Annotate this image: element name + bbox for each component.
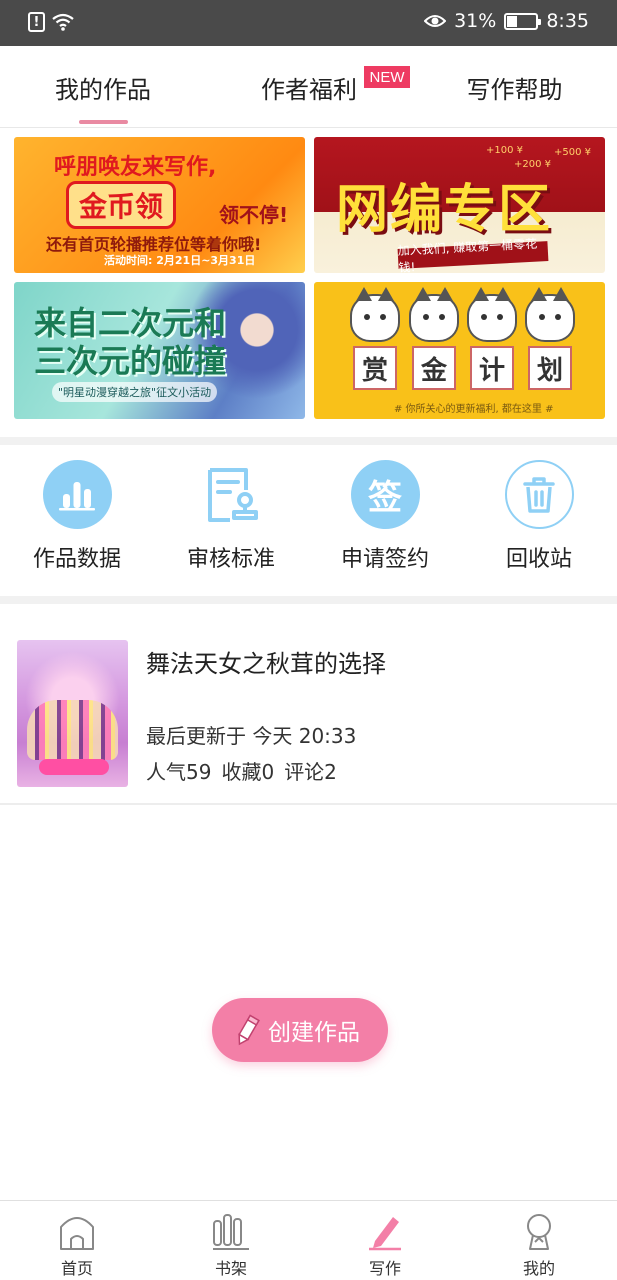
- feature-recycle-bin[interactable]: 回收站: [462, 460, 616, 573]
- work-comments: 评论2: [284, 760, 337, 784]
- banner-2-money-2: +500 ¥: [554, 147, 592, 158]
- cat-illustration-3: [467, 287, 517, 342]
- list-divider: [0, 803, 617, 805]
- banner-2-subtitle: 加入我们, 赚取第一桶零花钱!: [397, 237, 549, 273]
- tab-my-works[interactable]: 我的作品: [0, 46, 206, 128]
- wifi-icon: [52, 13, 74, 31]
- section-divider: [0, 596, 617, 604]
- feature-review-standard-label: 审核标准: [186, 547, 275, 572]
- battery-icon: [504, 12, 542, 30]
- pencil-icon: [238, 1014, 260, 1046]
- work-title[interactable]: 舞法天女之秋茸的选择: [146, 644, 386, 679]
- bookshelf-icon: [213, 1214, 249, 1250]
- bottom-nav: 首页 书架 写作 我的: [0, 1200, 617, 1280]
- active-tab-indicator: [79, 120, 128, 124]
- top-tabs: 我的作品 作者福利 写作帮助: [0, 46, 617, 128]
- banner-invite-friends[interactable]: 呼朋唤友来写作, 金币领 领不停! 还有首页轮播推荐位等着你哦! 活动时间: 2…: [14, 137, 305, 273]
- feature-review-standard[interactable]: 审核标准: [154, 460, 308, 573]
- nav-home[interactable]: 首页: [0, 1201, 154, 1280]
- document-stamp-icon: [197, 460, 266, 529]
- sign-icon: 签: [350, 460, 420, 529]
- bounty-char-1: 赏: [353, 346, 397, 390]
- banner-1-big-text: 金币领: [66, 181, 177, 229]
- cover-logo: [39, 759, 109, 775]
- status-right: 31% 8:35: [424, 10, 589, 32]
- banner-4-note: # 你所关心的更新福利, 都在这里 #: [394, 404, 554, 415]
- banner-bounty-plan[interactable]: 赏 金 计 划 # 你所关心的更新福利, 都在这里 #: [314, 282, 605, 419]
- feature-recycle-bin-label: 回收站: [505, 547, 572, 572]
- user-icon: [527, 1214, 551, 1250]
- cat-illustration-1: [350, 287, 400, 342]
- cat-illustration-2: [409, 287, 459, 342]
- sim-alert-icon: !: [28, 12, 45, 32]
- work-last-updated: 最后更新于 今天 20:33: [146, 724, 357, 748]
- create-work-label: 创建作品: [268, 1020, 360, 1046]
- banner-3-subtitle: "明星动漫穿越之旅"征文小活动: [52, 382, 218, 402]
- nav-write[interactable]: 写作: [308, 1201, 462, 1280]
- banner-3-title: 来自二次元和 三次元的碰撞: [34, 304, 226, 380]
- banner-3-title-line-1: 来自二次元和: [34, 304, 227, 342]
- feature-apply-contract-label: 申请签约: [340, 547, 429, 572]
- nav-write-label: 写作: [368, 1259, 401, 1278]
- feature-works-data-label: 作品数据: [32, 547, 121, 572]
- banner-2d-3d-collision[interactable]: 来自二次元和 三次元的碰撞 "明星动漫穿越之旅"征文小活动: [14, 282, 305, 419]
- banner-3-title-line-2: 三次元的碰撞: [34, 342, 227, 380]
- banner-1-tail-text: 领不停!: [219, 203, 289, 227]
- create-work-button[interactable]: 创建作品: [212, 998, 388, 1062]
- tab-writing-help[interactable]: 写作帮助: [412, 46, 617, 128]
- cover-characters: [27, 700, 118, 760]
- bounty-char-4: 划: [528, 346, 572, 390]
- nav-me-label: 我的: [522, 1259, 555, 1278]
- bounty-char-3: 计: [470, 346, 514, 390]
- section-divider: [0, 437, 617, 445]
- nav-bookshelf[interactable]: 书架: [154, 1201, 308, 1280]
- feature-apply-contract[interactable]: 签 申请签约: [308, 460, 462, 573]
- status-left: !: [28, 12, 75, 32]
- work-favorites: 收藏0: [221, 760, 275, 784]
- bounty-char-2: 金: [412, 346, 456, 390]
- sign-icon-glyph: 签: [368, 478, 402, 518]
- work-popularity: 人气59: [146, 760, 212, 784]
- clock: 8:35: [546, 10, 589, 32]
- bar-chart-icon: [42, 460, 112, 529]
- new-badge: NEW: [364, 66, 410, 88]
- nav-bookshelf-label: 书架: [214, 1259, 247, 1278]
- home-icon: [60, 1217, 94, 1250]
- battery-percent: 31%: [454, 10, 497, 32]
- status-bar: ! 31% 8:35: [0, 0, 617, 46]
- eye-comfort-icon: [424, 15, 447, 27]
- pencil-icon: [369, 1217, 401, 1251]
- banner-2-title: 网编专区: [336, 180, 553, 240]
- banner-2-money-1: +100 ¥: [486, 145, 524, 156]
- banner-1-date: 活动时间: 2月21日~3月31日: [104, 254, 256, 267]
- banner-1-headline: 呼朋唤友来写作,: [54, 155, 217, 180]
- feature-works-data[interactable]: 作品数据: [0, 460, 154, 573]
- battery-fill: [507, 15, 517, 27]
- nav-me[interactable]: 我的: [462, 1201, 616, 1280]
- banner-editor-zone[interactable]: +100 ¥ +500 ¥ +200 ¥ 网编专区 加入我们, 赚取第一桶零花钱…: [314, 137, 605, 273]
- work-stats: 人气59 收藏0 评论2: [146, 756, 337, 785]
- trash-icon: [504, 460, 574, 529]
- nav-home-label: 首页: [60, 1259, 93, 1278]
- work-cover-image[interactable]: [17, 640, 128, 787]
- cat-illustration-4: [525, 287, 575, 342]
